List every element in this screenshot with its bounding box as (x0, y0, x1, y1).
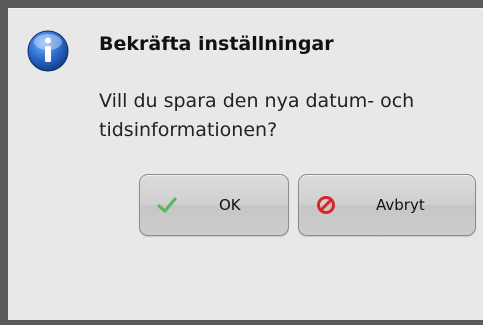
dialog-message: Vill du spara den nya datum- och tidsinf… (99, 90, 415, 141)
dialog-title: Bekräfta inställningar (99, 33, 334, 55)
ok-button[interactable]: OK (139, 174, 289, 236)
confirm-dialog: Bekräfta inställningar Vill du spara den… (8, 8, 483, 320)
info-icon (26, 29, 70, 73)
cancel-button[interactable]: Avbryt (298, 174, 476, 236)
cancel-icon (316, 195, 336, 215)
ok-button-label: OK (219, 196, 241, 214)
checkmark-icon (157, 195, 177, 215)
cancel-button-label: Avbryt (376, 196, 425, 214)
